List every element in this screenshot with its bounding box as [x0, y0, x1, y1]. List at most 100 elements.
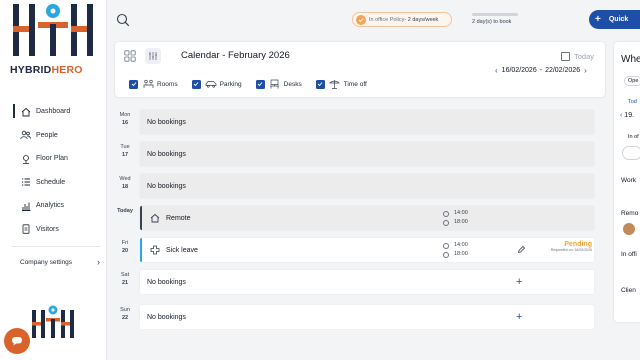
filter-label: Time off	[343, 80, 367, 88]
sidebar-item-label: Floor Plan	[36, 155, 68, 163]
today-label: Today	[574, 52, 595, 61]
clock-out-icon	[443, 219, 449, 226]
checkbox-checked-icon[interactable]	[191, 79, 201, 89]
chevron-right-icon[interactable]: ›	[584, 66, 587, 75]
check-circle-icon	[356, 14, 366, 25]
list-view-icon	[149, 52, 157, 60]
day-label-sat: Sat 21	[112, 271, 138, 287]
booking-title: Sick leave	[166, 246, 198, 254]
booking-row-remote[interactable]: Remote 14:00 18:00	[140, 206, 594, 230]
range-start: 16/02/2026	[501, 67, 537, 74]
day-label-fri: Fri 20	[112, 239, 138, 255]
floor-plan-icon	[20, 153, 31, 164]
day-row-sun: No bookings +	[140, 305, 594, 329]
car-icon	[205, 79, 217, 89]
visitors-icon	[20, 224, 31, 235]
avatar	[623, 223, 635, 235]
sidebar-item-schedule[interactable]: Schedule	[0, 171, 107, 195]
time-off-icon	[329, 79, 341, 89]
day-weekday: Fri	[121, 240, 129, 246]
calendar-icon	[561, 52, 570, 61]
day-date: 17	[121, 152, 129, 158]
search-icon	[116, 13, 130, 27]
booking-row-sick-leave[interactable]: Sick leave 14:00 18:00 Pending Requested…	[140, 238, 594, 262]
list-view-button[interactable]	[145, 48, 161, 64]
day-date: 20	[121, 248, 129, 254]
day-row-mon: No bookings	[140, 110, 594, 134]
chevron-left-icon[interactable]: ‹	[620, 112, 622, 119]
plus-icon: +	[595, 14, 601, 25]
day-weekday: Mon	[119, 112, 131, 118]
right-panel-in-office: In offi	[621, 251, 637, 258]
schedule-icon	[20, 177, 31, 188]
home-icon	[149, 213, 160, 224]
range-separator: -	[539, 67, 543, 74]
right-panel: Whe Ope Tod ‹ 19. In of Work Remo In off…	[614, 42, 640, 322]
day-row-wed: No bookings	[140, 174, 594, 198]
checkbox-checked-icon[interactable]	[315, 79, 325, 89]
filter-rooms[interactable]: Rooms	[129, 79, 178, 89]
footer-logo	[32, 305, 74, 338]
pencil-icon[interactable]	[517, 245, 526, 254]
sidebar-item-visitors[interactable]: Visitors	[0, 218, 107, 242]
booking-times: 14:00 18:00	[443, 241, 468, 259]
company-settings-label: Company settings	[20, 258, 73, 266]
add-booking-icon[interactable]: +	[516, 311, 522, 323]
filter-label: Parking	[219, 80, 242, 88]
checkbox-checked-icon[interactable]	[129, 79, 138, 89]
requested-on-text: Requested on: 16/02/2026	[550, 248, 592, 252]
brand-wordmark: HYBRIDHERO	[10, 64, 83, 76]
sidebar-item-people[interactable]: People	[0, 124, 107, 148]
grid-view-button[interactable]	[122, 48, 138, 64]
brand-name-part1: HYBRID	[10, 64, 52, 76]
days-to-book-text: 2 day(s) to book	[472, 19, 512, 25]
no-bookings-text: No bookings	[147, 182, 186, 190]
policy-label: In office Policy	[369, 16, 405, 23]
no-bookings-text: No bookings	[147, 150, 186, 158]
booking-title: Remote	[166, 214, 191, 222]
right-panel-client: Clien	[621, 287, 636, 294]
company-settings-link[interactable]: Company settings ›	[20, 255, 104, 269]
sidebar-item-floor-plan[interactable]: Floor Plan	[0, 147, 107, 171]
sidebar-item-analytics[interactable]: Analytics	[0, 194, 107, 218]
sidebar-item-label: Dashboard	[36, 108, 71, 116]
people-icon	[20, 130, 31, 141]
sidebar-item-label: Visitors	[36, 225, 59, 233]
calendar-title: Calendar - February 2026	[181, 50, 290, 61]
policy-value: - 2 days/week	[404, 16, 439, 23]
filter-label: Desks	[283, 80, 302, 88]
rooms-icon	[142, 79, 154, 89]
day-weekday: Sat	[120, 272, 130, 278]
right-panel-today[interactable]: Tod	[628, 99, 637, 105]
search-button[interactable]	[114, 11, 132, 29]
checkbox-checked-icon[interactable]	[255, 79, 265, 89]
filter-desks[interactable]: Desks	[255, 79, 302, 89]
pending-status: Pending Requested on: 16/02/2026	[551, 241, 592, 252]
filter-parking[interactable]: Parking	[191, 79, 242, 89]
chevron-right-icon: ›	[97, 257, 100, 267]
office-policy-badge: In office Policy - 2 days/week	[352, 12, 452, 27]
sidebar-divider	[12, 246, 100, 247]
chat-support-button[interactable]	[4, 328, 30, 354]
quick-book-button[interactable]: + Quick	[589, 10, 640, 29]
home-icon	[20, 106, 31, 117]
filter-time-off[interactable]: Time off	[315, 79, 367, 89]
range-end: 22/02/2026	[545, 67, 581, 74]
medical-cross-icon	[149, 245, 160, 256]
chat-icon	[12, 337, 22, 346]
start-time: 14:00	[454, 242, 468, 248]
today-button[interactable]: Today	[561, 52, 594, 61]
booking-times: 14:00 18:00	[443, 209, 468, 227]
day-label-wed: Wed 18	[112, 175, 138, 191]
sidebar-item-dashboard[interactable]: Dashboard	[0, 100, 107, 124]
add-booking-icon[interactable]: +	[516, 276, 522, 288]
office-toggle[interactable]	[622, 146, 640, 160]
start-time: 14:00	[454, 210, 468, 216]
brand-name-part2: HERO	[51, 64, 83, 76]
right-panel-work: Work	[621, 177, 637, 184]
sidebar-nav: Dashboard People Floor Plan Schedule Ana…	[0, 100, 107, 241]
right-panel-tab[interactable]: Ope	[624, 76, 640, 86]
sidebar-item-label: Analytics	[36, 202, 65, 210]
chevron-left-icon[interactable]: ‹	[495, 66, 498, 75]
sidebar-item-label: People	[36, 131, 58, 139]
